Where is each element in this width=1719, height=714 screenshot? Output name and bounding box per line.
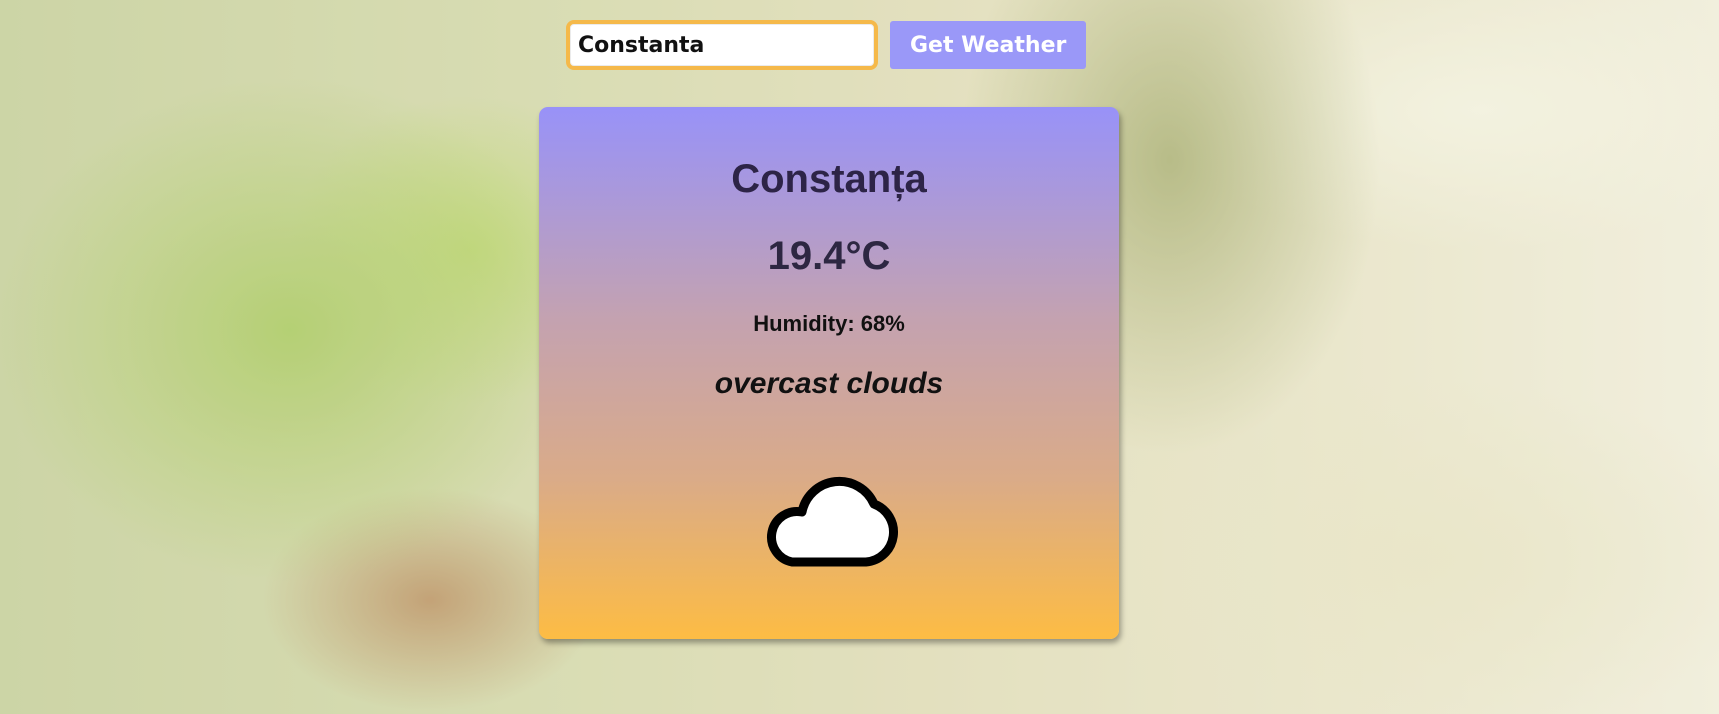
search-bar: Get Weather <box>566 20 1087 70</box>
city-name: Constanța <box>731 157 927 201</box>
weather-description: overcast clouds <box>714 367 944 400</box>
humidity: Humidity: 68% <box>753 311 905 336</box>
city-search-input[interactable] <box>566 20 878 70</box>
get-weather-button[interactable]: Get Weather <box>890 21 1087 69</box>
cloud-icon <box>767 476 898 567</box>
temperature: 19.4°C <box>767 234 891 278</box>
weather-card: Constanța 19.4°C Humidity: 68% overcast … <box>539 107 1119 639</box>
